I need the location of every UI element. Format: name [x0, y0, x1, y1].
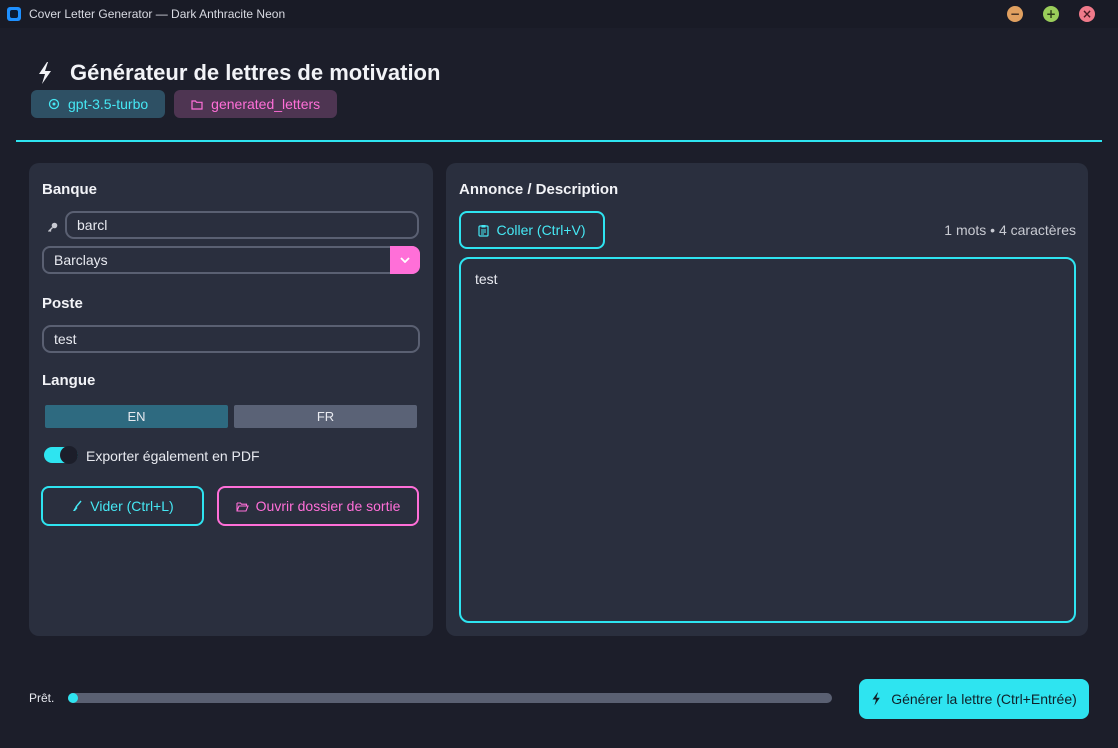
pdf-export-label: Exporter également en PDF [86, 448, 260, 464]
folder-pill: generated_letters [174, 90, 338, 118]
minimize-icon[interactable]: − [1007, 6, 1023, 22]
title-bar: Cover Letter Generator — Dark Anthracite… [0, 0, 1118, 28]
model-pill-label: gpt-3.5-turbo [68, 96, 149, 112]
broom-icon [73, 500, 82, 511]
header-pills: gpt-3.5-turbo generated_letters [31, 90, 338, 118]
bank-label: Banque [42, 181, 98, 198]
lang-en-option[interactable]: EN [45, 405, 228, 428]
chevron-down-icon[interactable] [390, 246, 420, 274]
folder-pill-label: generated_letters [211, 96, 321, 112]
progress-fill [68, 693, 78, 703]
open-folder-button[interactable]: Ouvrir dossier de sortie [217, 486, 419, 526]
bank-search-value: barcl [77, 217, 108, 233]
toggle-knob [60, 446, 78, 464]
open-folder-icon [236, 501, 249, 512]
model-pill: gpt-3.5-turbo [31, 90, 166, 118]
bank-select-value: Barclays [54, 252, 108, 268]
generate-button-label: Générer la lettre (Ctrl+Entrée) [891, 691, 1077, 707]
bank-search-input[interactable]: barcl [65, 211, 419, 239]
paste-button-label: Coller (Ctrl+V) [496, 222, 586, 238]
page-title: Générateur de lettres de motivation [70, 60, 441, 85]
window-title: Cover Letter Generator — Dark Anthracite… [29, 7, 286, 21]
position-value: test [54, 331, 77, 347]
brain-icon [48, 98, 60, 110]
language-label: Langue [42, 372, 96, 389]
status-text: Prêt. [29, 691, 55, 705]
header-divider [16, 140, 1102, 142]
bolt-icon [872, 692, 881, 706]
window-controls: − + × [1007, 6, 1095, 22]
progress-bar [68, 693, 832, 703]
generate-button[interactable]: Générer la lettre (Ctrl+Entrée) [859, 679, 1089, 719]
pdf-export-toggle[interactable] [44, 446, 78, 464]
clear-button-label: Vider (Ctrl+L) [90, 498, 174, 514]
bank-select[interactable]: Barclays [42, 246, 420, 274]
description-panel: Annonce / Description Coller (Ctrl+V) 1 … [446, 163, 1088, 636]
settings-panel: Banque barcl Barclays Poste test Langue … [29, 163, 433, 636]
word-char-counter: 1 mots • 4 caractères [944, 222, 1076, 238]
position-input[interactable]: test [42, 325, 420, 353]
key-icon [48, 222, 58, 232]
maximize-icon[interactable]: + [1043, 6, 1059, 22]
clear-button[interactable]: Vider (Ctrl+L) [41, 486, 204, 526]
clipboard-icon [478, 224, 490, 237]
page-header: Générateur de lettres de motivation [36, 60, 440, 86]
app-icon [7, 7, 21, 21]
open-folder-button-label: Ouvrir dossier de sortie [255, 498, 401, 514]
description-textarea[interactable]: test [459, 257, 1076, 623]
close-icon[interactable]: × [1079, 6, 1095, 22]
lang-fr-option[interactable]: FR [234, 405, 417, 428]
description-value: test [475, 271, 498, 287]
bolt-icon [39, 62, 51, 84]
position-label: Poste [42, 295, 83, 312]
description-label: Annonce / Description [459, 181, 619, 198]
paste-button[interactable]: Coller (Ctrl+V) [459, 211, 605, 249]
folder-icon [191, 99, 203, 110]
